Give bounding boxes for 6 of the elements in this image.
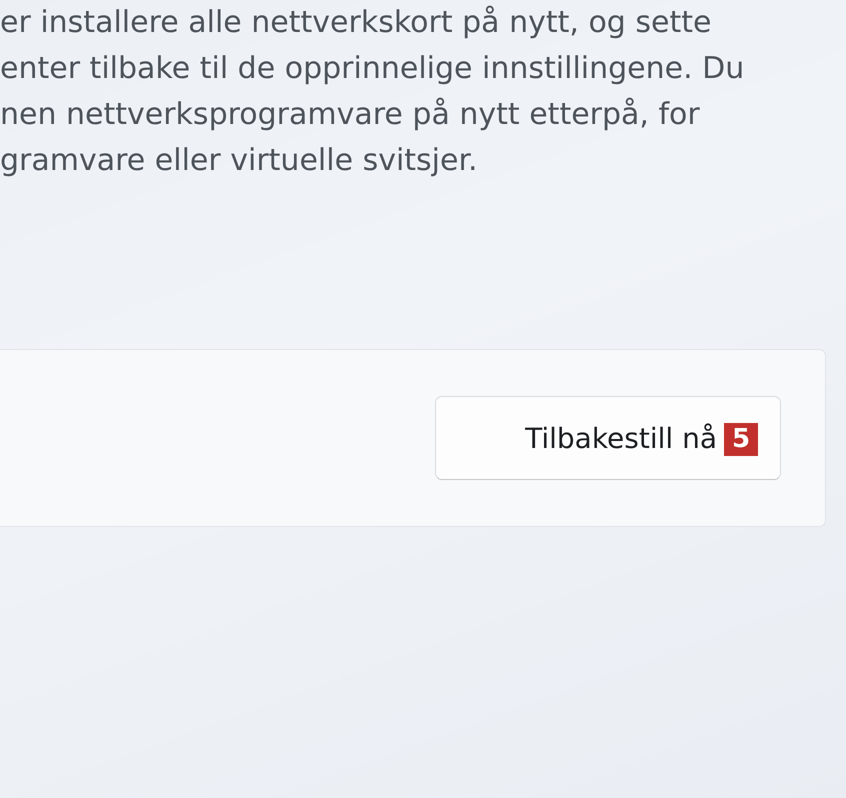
description-text: nen nettverksprogramvare på nytt etterpå, for [0, 96, 700, 134]
description-text: gramvare eller virtuelle svitsjer. [0, 142, 478, 180]
number-badge: 5 [724, 423, 758, 456]
description-text: er installere alle nettverkskort på nytt, og sette [0, 4, 712, 42]
reset-now-button[interactable]: Tilbakestill nå 5 [435, 396, 781, 480]
description-text: enter tilbake til de opprinnelige innstillingene. Du [0, 50, 744, 88]
